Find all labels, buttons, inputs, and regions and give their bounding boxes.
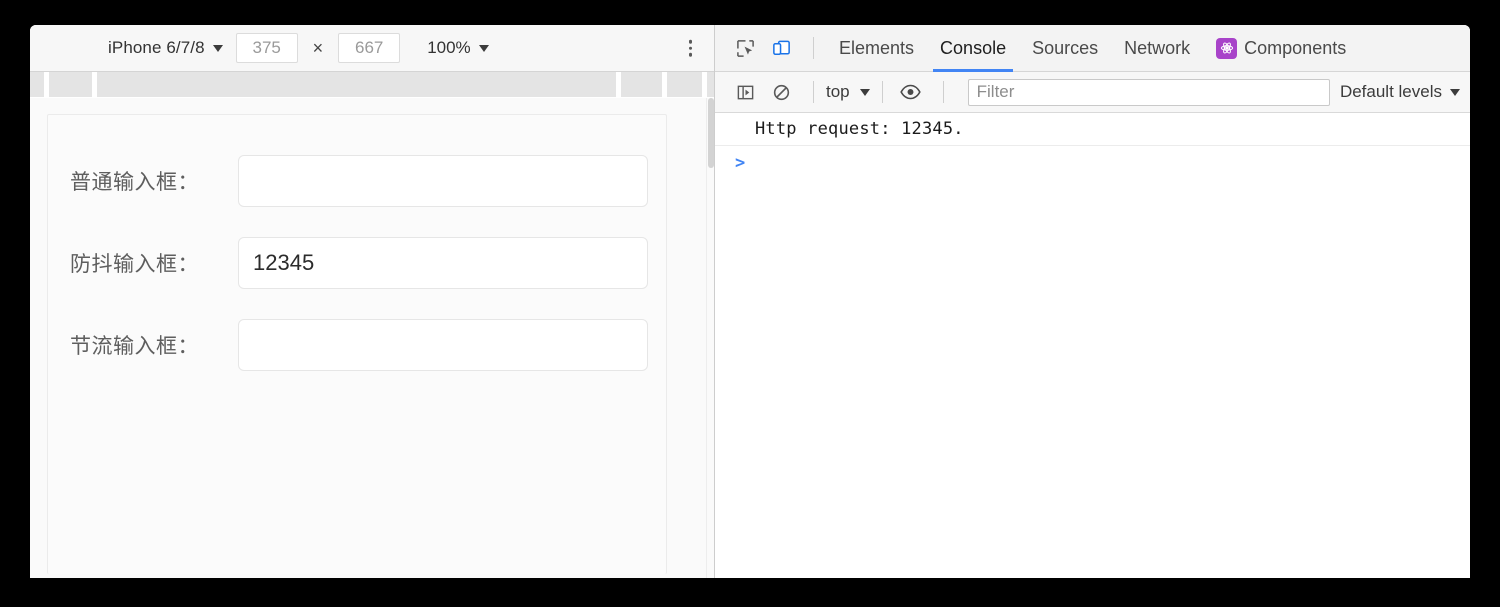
device-name-label: iPhone 6/7/8 [108, 38, 205, 58]
tab-label: Console [940, 38, 1006, 59]
throttle-input[interactable] [238, 319, 648, 371]
console-prompt[interactable]: > [715, 146, 1470, 180]
device-toolbar: iPhone 6/7/8 375 × 667 100% [30, 25, 714, 72]
console-log-message: Http request: 12345. [715, 113, 1470, 146]
chevron-down-icon [1450, 89, 1460, 96]
devtools-window: iPhone 6/7/8 375 × 667 100% [30, 25, 1470, 578]
ruler-tick [616, 72, 621, 97]
device-toolbar-icon[interactable] [765, 33, 797, 63]
inspect-element-icon[interactable] [729, 33, 761, 63]
tab-components[interactable]: Components [1203, 25, 1359, 72]
normal-input[interactable] [238, 155, 648, 207]
viewport-scrollbar[interactable] [706, 98, 714, 578]
form-row: 普通输入框： [70, 155, 666, 207]
device-viewport: 普通输入框： 防抖输入框： 节流输入框： [30, 98, 714, 578]
viewport-width-value: 375 [252, 38, 280, 58]
chevron-down-icon [479, 45, 489, 52]
kebab-dot [689, 46, 693, 50]
prompt-caret-icon: > [735, 153, 745, 173]
toolbar-divider [943, 81, 944, 103]
console-toolbar: top Default levels [715, 72, 1470, 113]
ruler-tick [702, 72, 707, 97]
tab-label: Components [1244, 38, 1346, 59]
tab-network[interactable]: Network [1111, 25, 1203, 72]
viewport-height-input[interactable]: 667 [338, 33, 400, 63]
log-level-label: Default levels [1340, 82, 1442, 102]
toolbar-divider [813, 81, 814, 103]
toolbar-divider [882, 81, 883, 103]
form-row: 防抖输入框： [70, 237, 666, 289]
components-atom-icon [1216, 38, 1237, 59]
devtools-pane: Elements Console Sources Network [715, 25, 1470, 578]
dimension-times-symbol: × [313, 38, 324, 59]
device-selector[interactable]: iPhone 6/7/8 [108, 38, 223, 58]
device-emulation-pane: iPhone 6/7/8 375 × 667 100% [30, 25, 715, 578]
execution-context-label: top [826, 82, 850, 102]
kebab-dot [689, 53, 693, 57]
clear-console-icon[interactable] [765, 77, 797, 107]
form-row: 节流输入框： [70, 319, 666, 371]
throttle-input-label: 节流输入框： [70, 330, 238, 360]
device-options-menu-button[interactable] [689, 40, 693, 57]
tab-label: Sources [1032, 38, 1098, 59]
tab-console[interactable]: Console [927, 25, 1019, 72]
ruler-tick [44, 72, 49, 97]
console-sidebar-icon[interactable] [729, 77, 761, 107]
console-filter-input[interactable] [968, 79, 1330, 106]
viewport-width-input[interactable]: 375 [236, 33, 298, 63]
debounce-input-label: 防抖输入框： [70, 248, 238, 278]
viewport-scrollbar-thumb[interactable] [708, 98, 714, 168]
console-output: Http request: 12345. > [715, 113, 1470, 578]
tab-sources[interactable]: Sources [1019, 25, 1111, 72]
page-ruler-strip [30, 72, 714, 98]
viewport-height-value: 667 [355, 38, 383, 58]
tab-label: Network [1124, 38, 1190, 59]
chevron-down-icon [860, 89, 870, 96]
execution-context-selector[interactable]: top [826, 82, 870, 102]
log-level-selector[interactable]: Default levels [1340, 82, 1460, 102]
devtools-tabbar: Elements Console Sources Network [715, 25, 1470, 72]
toolbar-divider [813, 37, 814, 59]
zoom-selector[interactable]: 100% [413, 38, 488, 58]
normal-input-label: 普通输入框： [70, 166, 238, 196]
live-expression-eye-icon[interactable] [895, 77, 927, 107]
form-card: 普通输入框： 防抖输入框： 节流输入框： [47, 114, 667, 574]
ruler-tick [92, 72, 97, 97]
tab-label: Elements [839, 38, 914, 59]
tab-elements[interactable]: Elements [826, 25, 927, 72]
debounce-input[interactable] [238, 237, 648, 289]
zoom-value-label: 100% [427, 38, 470, 58]
ruler-tick [662, 72, 667, 97]
kebab-dot [689, 40, 693, 44]
chevron-down-icon [213, 45, 223, 52]
